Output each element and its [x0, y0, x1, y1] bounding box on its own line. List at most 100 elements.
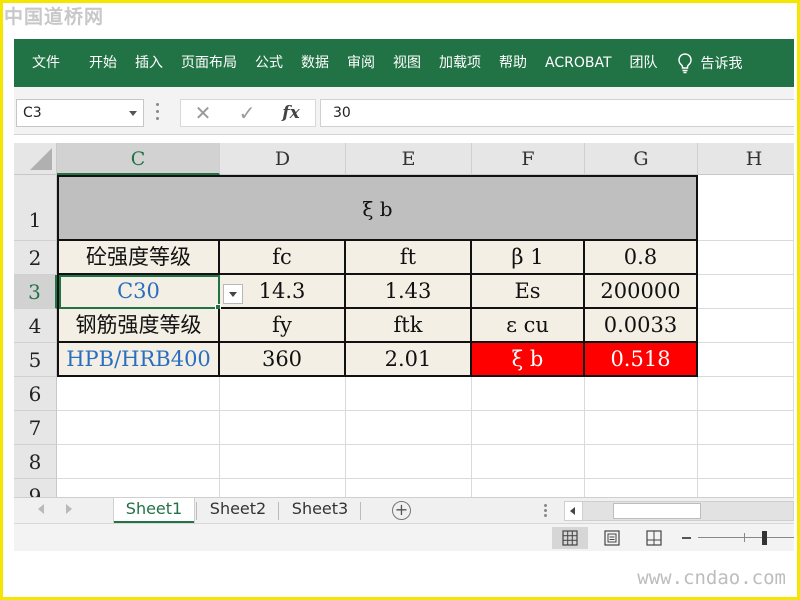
cell-h5[interactable]: [698, 343, 794, 377]
cell-c5[interactable]: HPB/HRB400: [59, 343, 220, 377]
cell-h6[interactable]: [698, 377, 794, 411]
zoom-slider-thumb[interactable]: [762, 531, 767, 545]
cell-e2[interactable]: ft: [346, 241, 472, 275]
column-header-d[interactable]: D: [220, 143, 346, 175]
horizontal-scrollbar[interactable]: [564, 501, 794, 521]
cell-h3[interactable]: [698, 275, 794, 309]
tab-home[interactable]: 开始: [80, 39, 126, 87]
name-box[interactable]: C3: [16, 99, 144, 127]
cell-g3[interactable]: 200000: [585, 275, 698, 309]
cell-h2[interactable]: [698, 241, 794, 275]
insert-function-button[interactable]: fx: [269, 103, 313, 123]
cell-f8[interactable]: [472, 445, 585, 479]
cell-h8[interactable]: [698, 445, 794, 479]
cell-d2[interactable]: fc: [220, 241, 346, 275]
normal-view-icon[interactable]: [552, 527, 588, 549]
tab-insert[interactable]: 插入: [126, 39, 172, 87]
row-header-1[interactable]: 1: [14, 175, 57, 241]
cell-c3[interactable]: C30: [59, 275, 220, 309]
sheet-tab-sheet2[interactable]: Sheet2: [198, 498, 278, 524]
cell-c7[interactable]: [57, 411, 220, 445]
drag-handle-icon[interactable]: [154, 103, 160, 123]
cancel-icon[interactable]: ✕: [181, 101, 225, 125]
dropdown-arrow-icon[interactable]: [223, 284, 243, 304]
cell-h9[interactable]: [698, 479, 794, 497]
scroll-left-arrow-icon[interactable]: [565, 502, 583, 520]
page-layout-view-icon[interactable]: [594, 527, 630, 549]
row-header-9[interactable]: 9: [14, 479, 57, 497]
cell-c4[interactable]: 钢筋强度等级: [59, 309, 220, 343]
column-header-f[interactable]: F: [472, 143, 585, 175]
row-header-7[interactable]: 7: [14, 411, 57, 445]
cell-f3[interactable]: Es: [472, 275, 585, 309]
cell-e9[interactable]: [346, 479, 472, 497]
cell-e8[interactable]: [346, 445, 472, 479]
cell-e7[interactable]: [346, 411, 472, 445]
cell-h1[interactable]: [698, 175, 794, 241]
cell-g2[interactable]: 0.8: [585, 241, 698, 275]
zoom-out-icon[interactable]: [682, 537, 691, 539]
drag-handle-icon[interactable]: [544, 504, 548, 519]
cell-f7[interactable]: [472, 411, 585, 445]
select-all-button[interactable]: [14, 143, 57, 175]
tab-view[interactable]: 视图: [384, 39, 430, 87]
cell-h7[interactable]: [698, 411, 794, 445]
tab-add-ins[interactable]: 加载项: [430, 39, 490, 87]
tab-data[interactable]: 数据: [292, 39, 338, 87]
cell-e4[interactable]: ftk: [346, 309, 472, 343]
page-break-view-icon[interactable]: [636, 527, 672, 549]
cell-f5[interactable]: ξ b: [472, 343, 585, 377]
cell-c2[interactable]: 砼强度等级: [59, 241, 220, 275]
cell-f9[interactable]: [472, 479, 585, 497]
tab-review[interactable]: 审阅: [338, 39, 384, 87]
cell-c8[interactable]: [57, 445, 220, 479]
cell-c9[interactable]: [57, 479, 220, 497]
tell-me-box[interactable]: 告诉我: [667, 52, 743, 74]
tab-acrobat[interactable]: ACROBAT: [536, 39, 621, 87]
tab-team[interactable]: 团队: [621, 39, 667, 87]
column-header-h[interactable]: H: [698, 143, 794, 175]
row-header-3[interactable]: 3: [14, 275, 57, 309]
scroll-left-icon[interactable]: [38, 504, 44, 514]
row-header-6[interactable]: 6: [14, 377, 57, 411]
check-icon[interactable]: ✓: [225, 101, 269, 125]
tab-file[interactable]: 文件: [14, 39, 80, 87]
scrollbar-thumb[interactable]: [613, 503, 701, 519]
cell-d9[interactable]: [220, 479, 346, 497]
cell-g9[interactable]: [585, 479, 698, 497]
cell-g8[interactable]: [585, 445, 698, 479]
chevron-down-icon[interactable]: [129, 111, 137, 116]
sheet-tab-sheet1[interactable]: Sheet1: [114, 498, 194, 524]
cell-d4[interactable]: fy: [220, 309, 346, 343]
tab-formulas[interactable]: 公式: [246, 39, 292, 87]
cell-e3[interactable]: 1.43: [346, 275, 472, 309]
cell-f4[interactable]: ε cu: [472, 309, 585, 343]
cell-h4[interactable]: [698, 309, 794, 343]
column-header-c[interactable]: C: [57, 143, 220, 175]
cell-g7[interactable]: [585, 411, 698, 445]
cell-g6[interactable]: [585, 377, 698, 411]
tab-page-layout[interactable]: 页面布局: [172, 39, 246, 87]
row-header-4[interactable]: 4: [14, 309, 57, 343]
cell-d6[interactable]: [220, 377, 346, 411]
scroll-right-icon[interactable]: [66, 504, 72, 514]
cell-c6[interactable]: [57, 377, 220, 411]
cell-d5[interactable]: 360: [220, 343, 346, 377]
cell-f2[interactable]: β 1: [472, 241, 585, 275]
column-header-e[interactable]: E: [346, 143, 472, 175]
row-header-2[interactable]: 2: [14, 241, 57, 275]
zoom-slider[interactable]: [698, 537, 794, 538]
row-header-8[interactable]: 8: [14, 445, 57, 479]
sheet-tab-sheet3[interactable]: Sheet3: [280, 498, 360, 524]
row-header-5[interactable]: 5: [14, 343, 57, 377]
tab-help[interactable]: 帮助: [490, 39, 536, 87]
cell-f6[interactable]: [472, 377, 585, 411]
cell-g4[interactable]: 0.0033: [585, 309, 698, 343]
cell-d7[interactable]: [220, 411, 346, 445]
cell-c1-title[interactable]: ξ b: [59, 177, 698, 241]
column-header-g[interactable]: G: [585, 143, 698, 175]
cell-e6[interactable]: [346, 377, 472, 411]
add-sheet-icon[interactable]: +: [392, 501, 411, 520]
formula-input[interactable]: 30: [320, 99, 794, 127]
cell-g5[interactable]: 0.518: [585, 343, 698, 377]
